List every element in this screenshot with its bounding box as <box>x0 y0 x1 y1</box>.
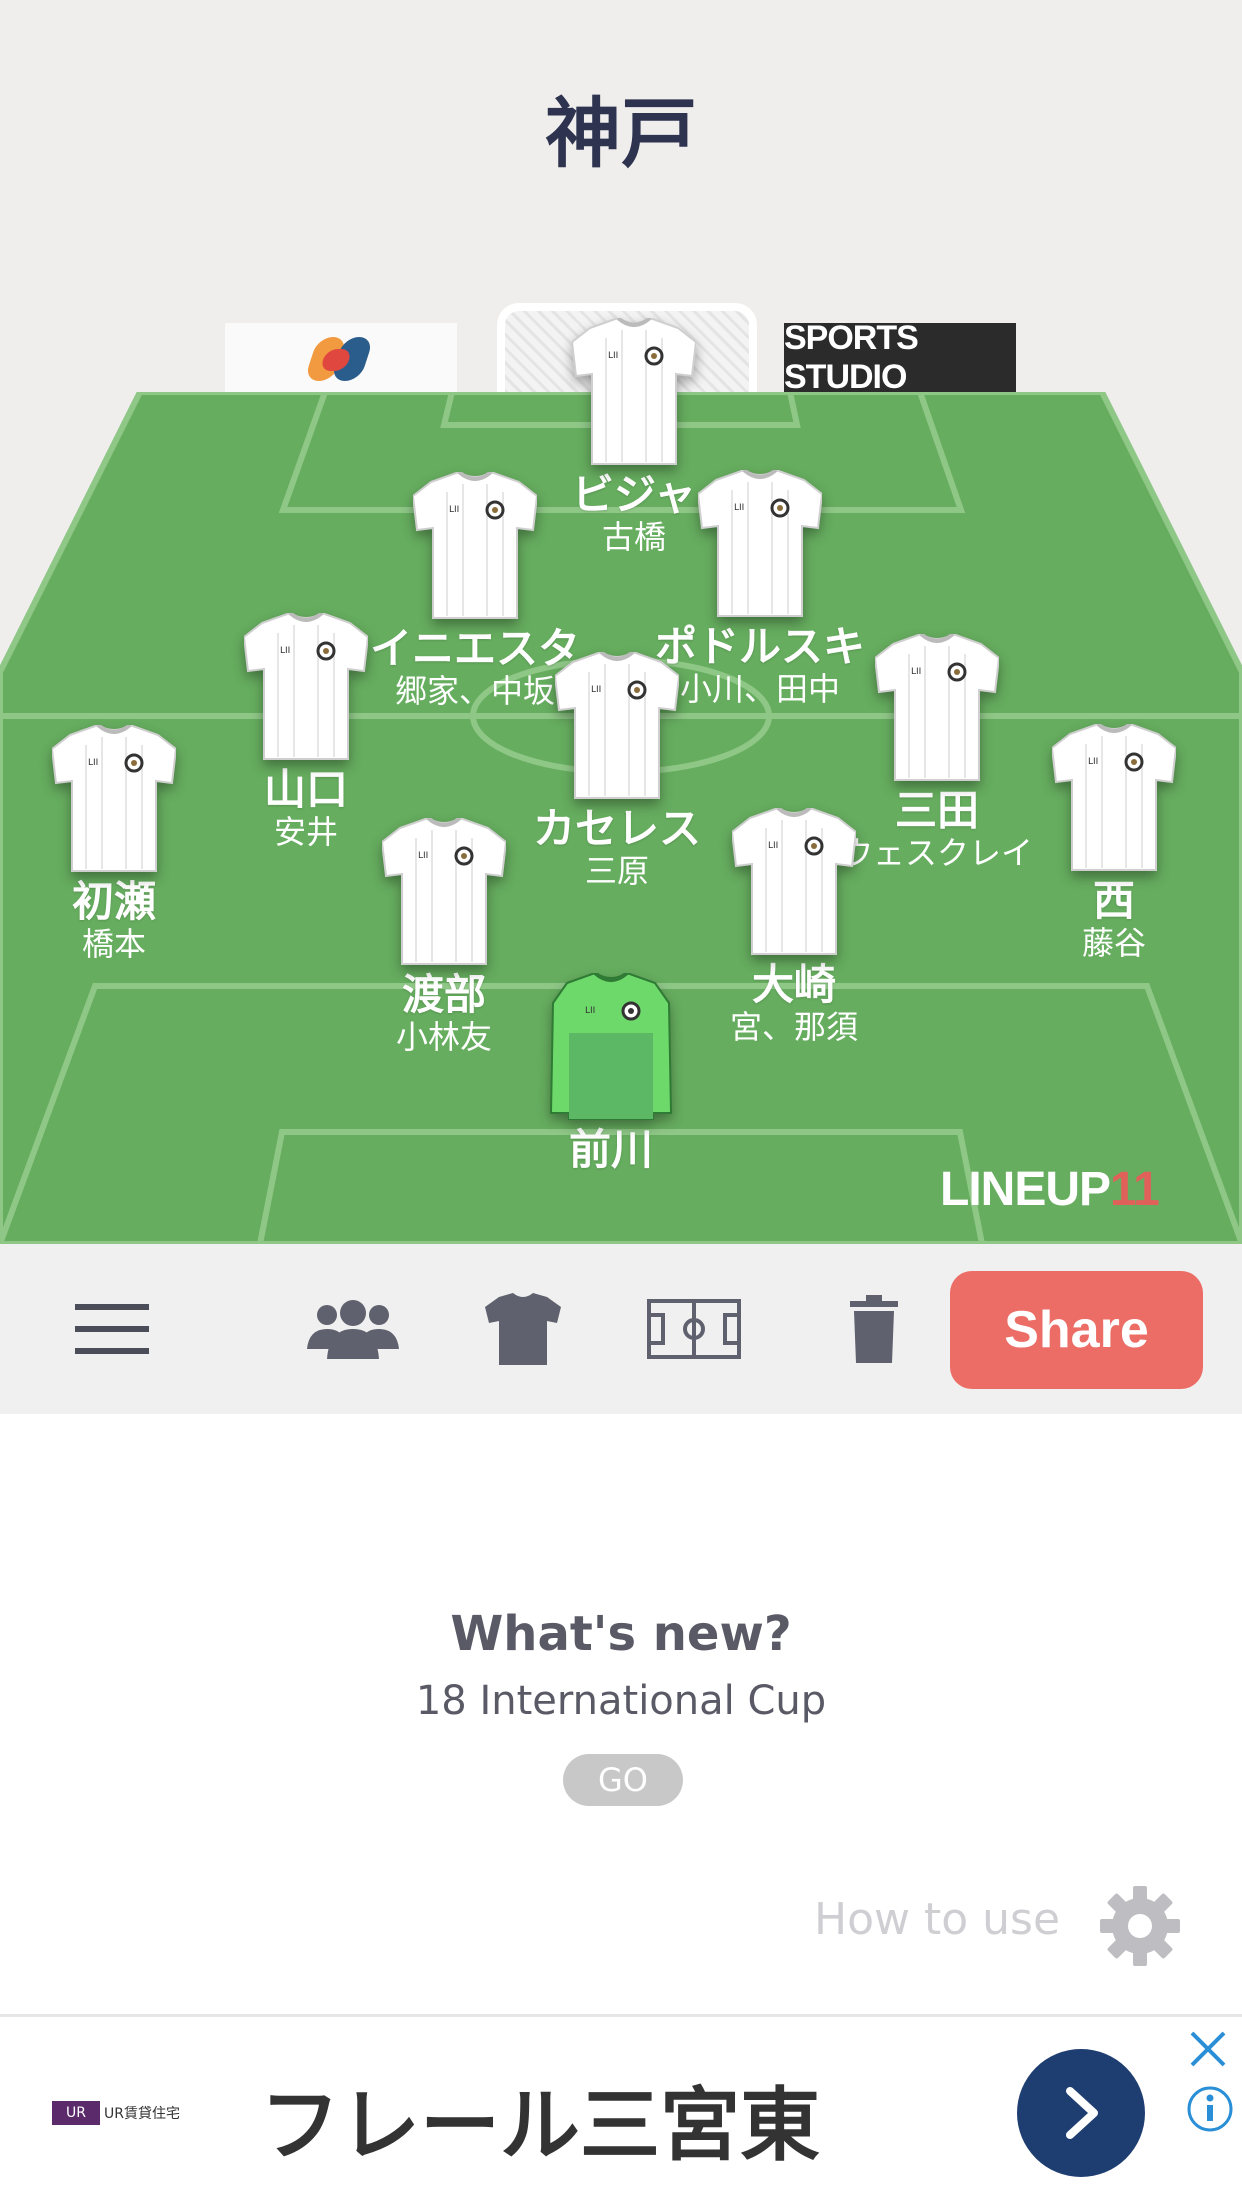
hamburger-icon[interactable] <box>60 1244 164 1414</box>
shirt-icon: LII <box>413 472 537 619</box>
shirt-icon: LII <box>875 634 999 781</box>
player-subs: 橋本 <box>81 925 146 963</box>
player-name: 西 <box>1092 876 1135 925</box>
sponsor-board-ss <box>225 323 457 393</box>
sponsor-board-sports-studio: SPORTS STUDIO <box>784 319 1016 396</box>
svg-text:LII: LII <box>768 841 778 851</box>
trash-icon[interactable] <box>844 1244 904 1414</box>
svg-text:LII: LII <box>418 851 428 861</box>
chevron-right-icon[interactable] <box>1017 2049 1145 2177</box>
team-title[interactable]: 神戸 <box>0 72 1242 182</box>
goalkeeper-shirt-icon: LII <box>549 973 673 1120</box>
svg-text:LII: LII <box>280 646 290 656</box>
shirt-icon: LII <box>244 613 368 760</box>
svg-text:LII: LII <box>585 1006 595 1016</box>
info-icon[interactable] <box>1186 2085 1234 2137</box>
ad-logo: UR UR賃貸住宅 <box>52 2101 180 2125</box>
share-button[interactable]: Share <box>950 1271 1203 1389</box>
whats-new-subtitle[interactable]: 18 International Cup <box>0 1678 1242 1724</box>
gear-icon[interactable] <box>1098 1884 1182 1972</box>
svg-text:LII: LII <box>608 351 618 361</box>
how-to-use-link[interactable]: How to use <box>814 1894 1060 1945</box>
player-name: 初瀬 <box>71 877 156 926</box>
player-hatsuse[interactable]: LII 初瀬 橋本 <box>0 725 244 963</box>
field-icon[interactable] <box>644 1244 744 1414</box>
svg-text:LII: LII <box>734 503 744 513</box>
ad-banner[interactable]: UR UR賃貸住宅 フレール三宮東 <box>0 2014 1242 2211</box>
shirt-icon: LII <box>698 470 822 617</box>
player-name: 前川 <box>568 1125 653 1174</box>
whats-new-title: What's new? <box>450 1606 792 1662</box>
player-maekawa-goalkeeper[interactable]: LII 前川 <box>481 973 741 1173</box>
player-subs: 藤谷 <box>1081 924 1146 962</box>
shirt-icon: LII <box>382 818 506 965</box>
svg-text:LII: LII <box>88 758 98 768</box>
go-button[interactable]: GO <box>563 1754 683 1806</box>
ad-headline[interactable]: フレール三宮東 <box>260 2061 820 2177</box>
lineup11-logo: LINEUP11 <box>940 1163 1160 1216</box>
shirt-icon: LII <box>1052 724 1176 871</box>
svg-text:LII: LII <box>449 505 459 515</box>
player-nishi[interactable]: LII 西 藤谷 <box>984 724 1242 962</box>
shirt-icon[interactable] <box>468 1244 578 1414</box>
shirt-icon: LII <box>52 725 176 872</box>
people-icon[interactable] <box>298 1244 408 1414</box>
svg-text:LII: LII <box>911 667 921 677</box>
toolbar: Share <box>0 1244 1242 1414</box>
shirt-icon: LII <box>732 808 856 955</box>
svg-text:LII: LII <box>1088 757 1098 767</box>
ad-logo-text: UR賃貸住宅 <box>104 2106 180 2122</box>
svg-text:LII: LII <box>591 685 601 695</box>
shirt-icon: LII <box>555 652 679 799</box>
ad-logo-mark: UR <box>52 2101 100 2125</box>
content-area: What's new? 18 International Cup GO How … <box>0 1414 1242 2014</box>
close-icon[interactable] <box>1186 2027 1230 2075</box>
shirt-icon: LII <box>572 318 696 465</box>
